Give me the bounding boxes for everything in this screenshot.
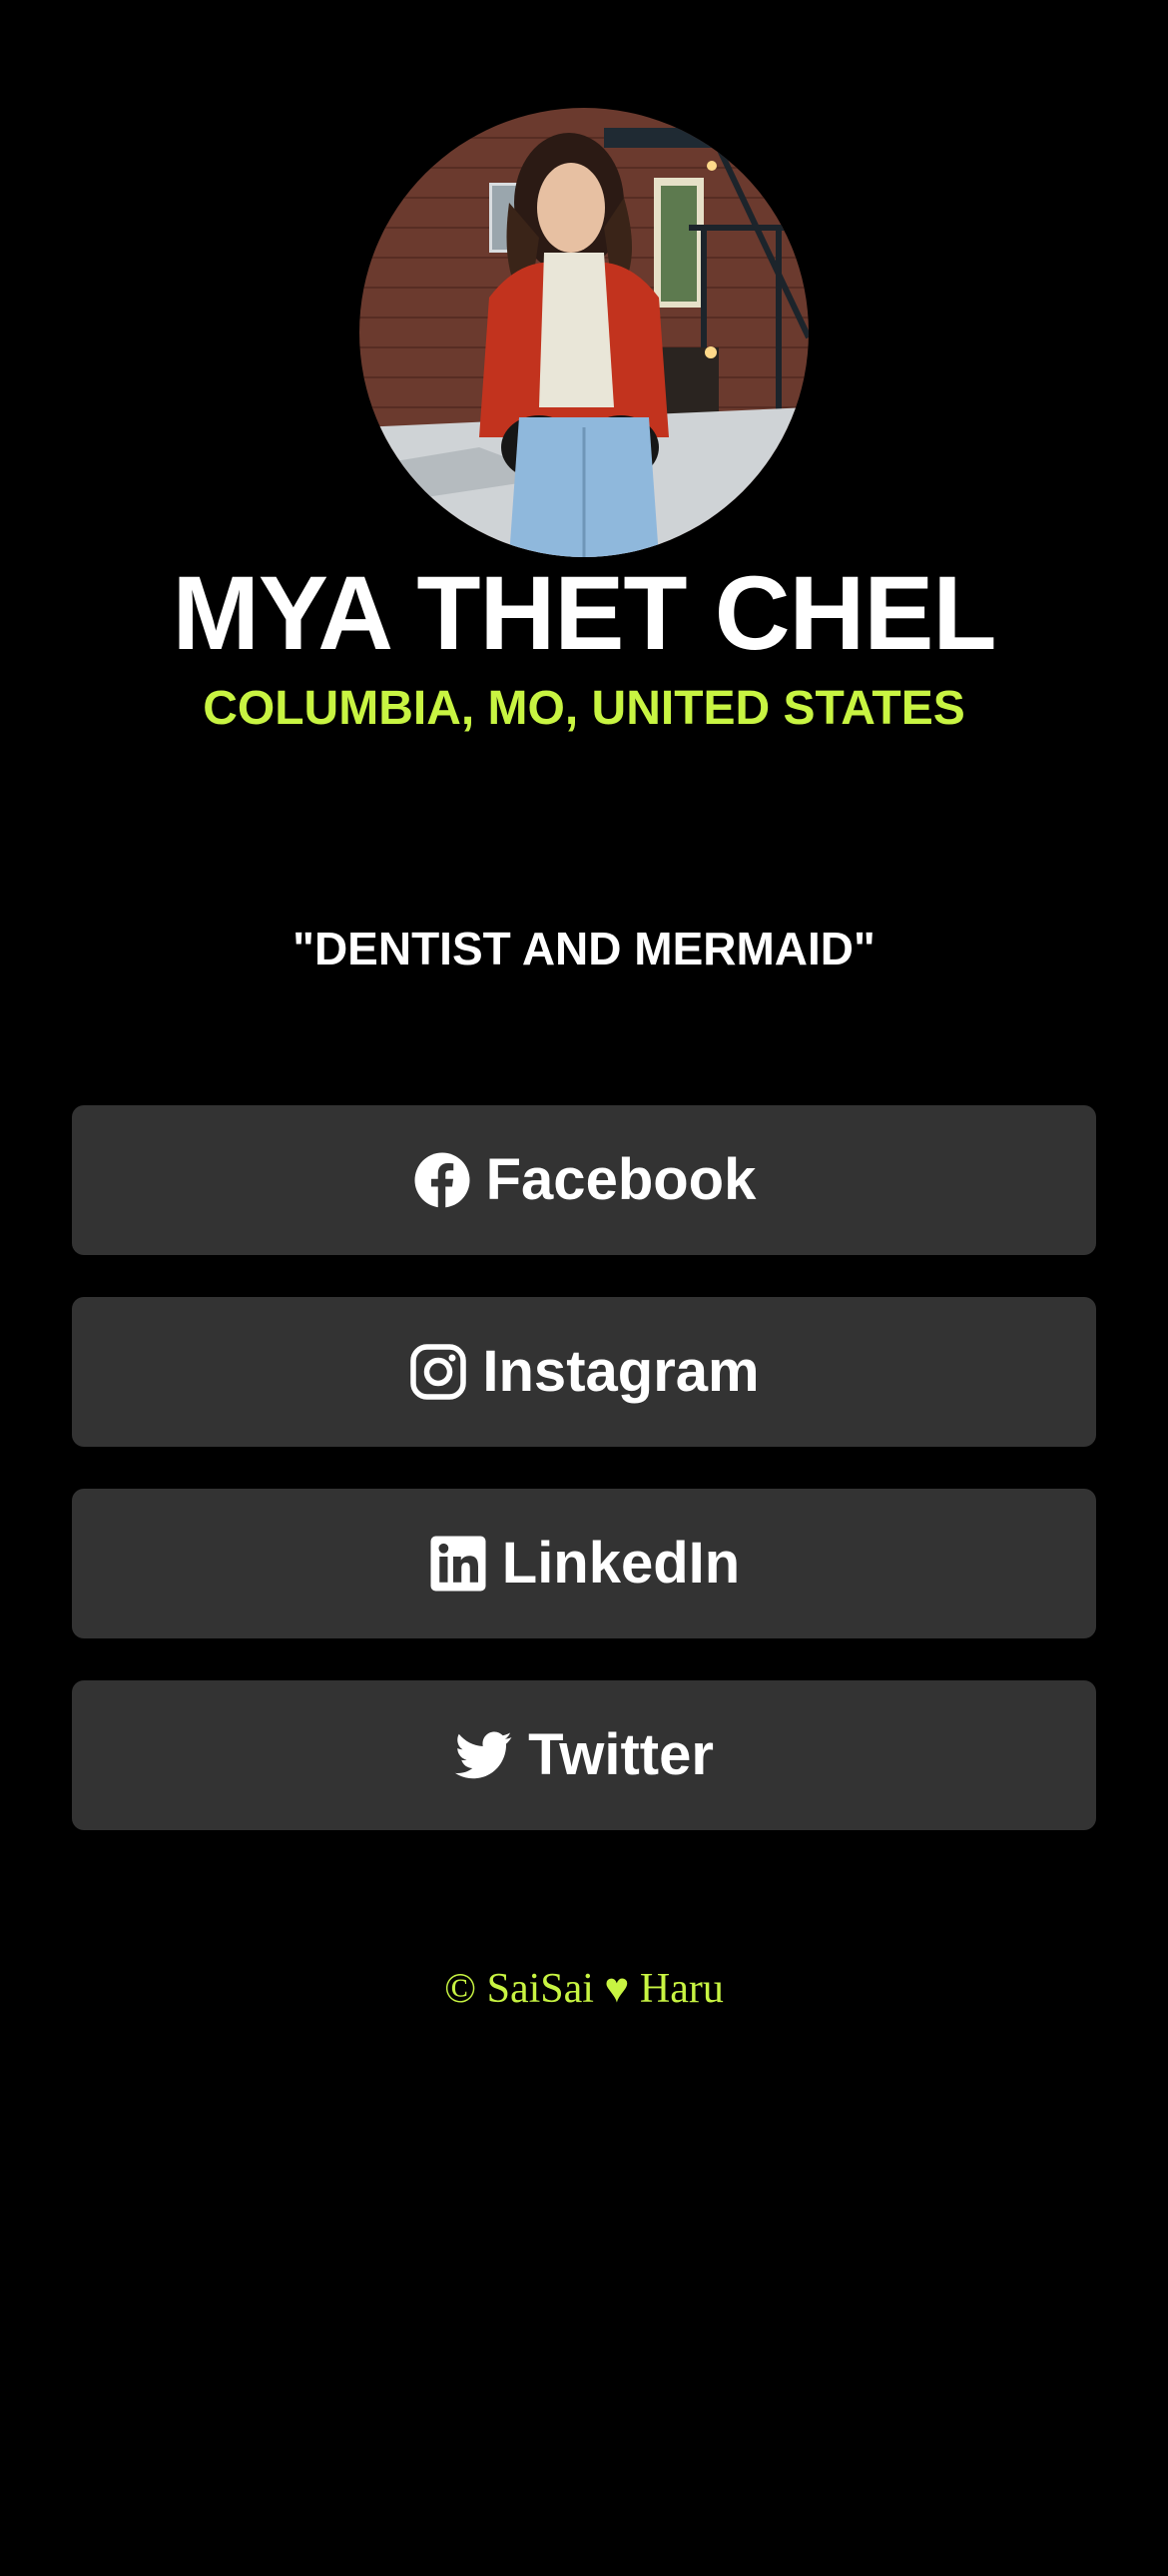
facebook-link-button[interactable]: Facebook [72, 1105, 1096, 1255]
linkedin-icon [428, 1534, 488, 1594]
linkedin-link-label: LinkedIn [501, 1531, 741, 1596]
profile-photo [359, 108, 809, 557]
twitter-link-button[interactable]: Twitter [72, 1680, 1096, 1830]
avatar [359, 108, 809, 557]
profile-location: COLUMBIA, MO, UNITED STATES [203, 682, 965, 735]
linkedin-link-button[interactable]: LinkedIn [72, 1489, 1096, 1638]
twitter-link-label: Twitter [528, 1722, 714, 1787]
footer-credit: © SaiSai ♥ Haru [444, 1966, 724, 2012]
link-page: MYA THET CHEL COLUMBIA, MO, UNITED STATE… [0, 0, 1168, 2576]
twitter-icon [454, 1725, 514, 1785]
social-links: Facebook Instagram LinkedIn Twitter [72, 1105, 1096, 1872]
instagram-icon [408, 1342, 468, 1402]
profile-tagline: "DENTIST AND MERMAID" [292, 923, 876, 974]
facebook-link-label: Facebook [485, 1147, 757, 1212]
instagram-link-label: Instagram [482, 1339, 760, 1404]
facebook-icon [412, 1150, 472, 1210]
profile-name: MYA THET CHEL [172, 555, 996, 672]
instagram-link-button[interactable]: Instagram [72, 1297, 1096, 1447]
